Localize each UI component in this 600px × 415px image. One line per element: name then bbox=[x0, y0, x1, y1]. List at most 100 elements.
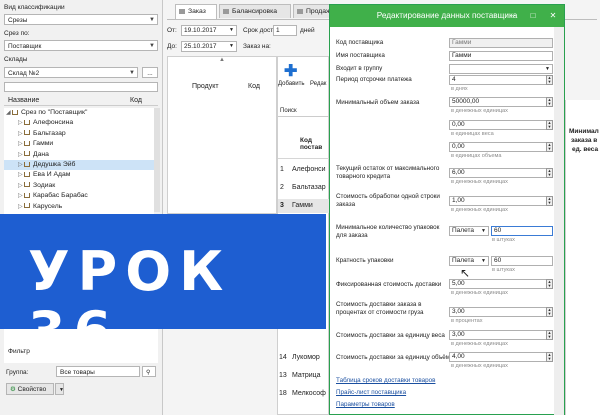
collapse-arrow-icon[interactable]: ▲ bbox=[168, 57, 276, 65]
search-box[interactable]: Поиск bbox=[278, 105, 329, 117]
add-icon[interactable]: ✚ bbox=[284, 61, 297, 81]
min-pack-count-input[interactable]: 60 bbox=[491, 226, 553, 236]
props-button[interactable]: ⚙ Свойство bbox=[6, 383, 54, 395]
price-list-link[interactable]: Прайс-лист поставщика bbox=[336, 389, 406, 396]
group-search-button[interactable]: ⚲ bbox=[142, 366, 156, 377]
spinner-icon[interactable]: ▲ ▼ bbox=[546, 97, 553, 107]
spinner-icon[interactable]: ▲ ▼ bbox=[546, 307, 553, 317]
cart-icon bbox=[24, 192, 30, 198]
slice-select[interactable]: Поставщик ▼ bbox=[4, 40, 158, 51]
table-row-selected[interactable]: 3 Гамми bbox=[278, 199, 329, 213]
tree-item[interactable]: ▷ Карусель bbox=[4, 202, 154, 212]
field-value: 60 bbox=[494, 227, 502, 234]
field-value: 0,00 bbox=[452, 143, 465, 150]
payment-delay-input[interactable]: 4 ▲ ▼ bbox=[449, 75, 553, 85]
fixed-delivery-input[interactable]: 5,00 ▲ ▼ bbox=[449, 279, 553, 289]
min-pack-unit-select[interactable]: Палета ▼ bbox=[449, 226, 489, 236]
tab-icon bbox=[223, 9, 229, 14]
field-unit: в днях bbox=[451, 86, 468, 92]
more-button[interactable]: ... bbox=[142, 67, 158, 78]
delivery-input[interactable]: 1 bbox=[273, 25, 297, 36]
slice-value: Поставщик bbox=[8, 43, 42, 50]
min-order-weight-input[interactable]: 0,00 ▲ ▼ bbox=[449, 120, 553, 130]
field-label: Стоимость доставки за единицу объёма bbox=[336, 354, 454, 361]
right-columns: Минимал заказа в ед. веса bbox=[565, 100, 600, 415]
edit-label[interactable]: Редак bbox=[310, 81, 326, 87]
delivery-table-link[interactable]: Таблица сроков доставки товаров bbox=[336, 377, 435, 384]
field-value: 6,00 bbox=[452, 169, 465, 176]
min-order-volume-input[interactable]: 0,00 ▲ ▼ bbox=[449, 142, 553, 152]
tree-root[interactable]: ◢ Срез по "Поставщик" bbox=[4, 108, 154, 118]
field-label: Фиксированная стоимость доставки bbox=[336, 281, 442, 288]
field-label: Стоимость обработки одной строки заказа bbox=[336, 193, 440, 208]
tree-item-label: Гамми bbox=[33, 140, 54, 148]
field-unit: в денежных единицах bbox=[451, 341, 508, 347]
field-value: 3,00 bbox=[452, 331, 465, 338]
classification-select[interactable]: Срезы ▼ bbox=[4, 14, 158, 25]
close-icon[interactable]: ✕ bbox=[544, 5, 562, 27]
spinner-icon[interactable]: ▲ ▼ bbox=[546, 352, 553, 362]
field-label: Стоимость доставки за единицу веса bbox=[336, 332, 445, 339]
spinner-icon[interactable]: ▲ ▼ bbox=[546, 120, 553, 130]
field-label: Кратность упаковки bbox=[336, 257, 394, 264]
warehouse-select[interactable]: Склад №2 ▼ bbox=[4, 67, 138, 78]
tree-item[interactable]: ▷ Зодиак bbox=[4, 181, 154, 191]
credit-balance-input[interactable]: 6,00 ▲ ▼ bbox=[449, 168, 553, 178]
tree-item-label: Бальтазар bbox=[33, 129, 66, 137]
order-on-label: Заказ на: bbox=[243, 43, 271, 50]
group-select[interactable]: ▼ bbox=[449, 64, 553, 74]
table-row[interactable]: 18 Мелкософ bbox=[278, 387, 329, 401]
tree-item[interactable]: ▷ Бальтазар bbox=[4, 129, 154, 139]
cart-icon bbox=[12, 109, 18, 115]
tree-header: Название Код bbox=[4, 96, 158, 106]
tree-item-selected[interactable]: ▷ Дедушка Эйб bbox=[4, 159, 154, 171]
maximize-button[interactable]: □ bbox=[524, 5, 542, 27]
multiplicity-unit-select[interactable]: Палета ▼ bbox=[449, 256, 489, 266]
tree-item[interactable]: ▷ Гамми bbox=[4, 139, 154, 149]
spinner-icon[interactable]: ▲ ▼ bbox=[546, 142, 553, 152]
from-label: От: bbox=[167, 27, 177, 34]
product-params-link[interactable]: Параметры товаров bbox=[336, 401, 395, 408]
tree-scrollbar[interactable] bbox=[154, 108, 160, 212]
tab-balancing[interactable]: Балансировка bbox=[219, 4, 291, 18]
multiplicity-count-input[interactable]: 60 bbox=[491, 256, 553, 266]
group-value: Все товары bbox=[60, 369, 95, 376]
from-date-input[interactable]: 19.10.2017 ▼ bbox=[181, 25, 237, 36]
add-label[interactable]: Добавить bbox=[278, 81, 305, 87]
tree-header-name: Название bbox=[8, 97, 40, 104]
spinner-icon[interactable]: ▲ ▼ bbox=[546, 75, 553, 85]
tab-order[interactable]: Заказ bbox=[175, 4, 217, 19]
field-value: 3,00 bbox=[452, 308, 465, 315]
spinner-icon[interactable]: ▲ ▼ bbox=[546, 279, 553, 289]
tree-item[interactable]: ▷ Карабас Барабас bbox=[4, 191, 154, 201]
tree-item[interactable]: ▷ Дана bbox=[4, 150, 154, 160]
delivery-percent-input[interactable]: 3,00 ▲ ▼ bbox=[449, 307, 553, 317]
props-dropdown[interactable]: ▼ bbox=[55, 383, 64, 395]
spinner-icon[interactable]: ▲ ▼ bbox=[546, 168, 553, 178]
minimize-button[interactable]: – bbox=[504, 5, 522, 27]
row-number: 3 bbox=[280, 202, 284, 209]
days-label: дней bbox=[300, 27, 315, 34]
tree-item[interactable]: ▷ Алефонсина bbox=[4, 118, 154, 128]
table-row[interactable]: 2 Бальтазар bbox=[278, 181, 329, 195]
min-order-money-input[interactable]: 50000,00 ▲ ▼ bbox=[449, 97, 553, 107]
table-row[interactable]: 1 Алефонси bbox=[278, 163, 329, 177]
supplier-code-input[interactable]: Гамми bbox=[449, 38, 553, 48]
group-select[interactable]: Все товары bbox=[56, 366, 140, 377]
delivery-weight-input[interactable]: 3,00 ▲ ▼ bbox=[449, 330, 553, 340]
search-label: Поиск bbox=[280, 108, 297, 114]
tree-item[interactable]: ▷ Ева И Адам bbox=[4, 170, 154, 180]
tree-search-input[interactable] bbox=[4, 82, 158, 92]
supplier-name-input[interactable]: Гамми bbox=[449, 51, 553, 61]
dialog-scrollbar[interactable] bbox=[554, 27, 564, 415]
table-row[interactable]: 13 Матрица bbox=[278, 369, 329, 383]
to-date-input[interactable]: 25.10.2017 ▼ bbox=[181, 41, 237, 52]
line-cost-input[interactable]: 1,00 ▲ ▼ bbox=[449, 196, 553, 206]
field-unit: в единицах веса bbox=[451, 131, 494, 137]
delivery-volume-input[interactable]: 4,00 ▲ ▼ bbox=[449, 352, 553, 362]
row-name: Гамми bbox=[292, 202, 313, 209]
spinner-icon[interactable]: ▲ ▼ bbox=[546, 196, 553, 206]
spinner-icon[interactable]: ▲ ▼ bbox=[546, 330, 553, 340]
field-value: 4,00 bbox=[452, 353, 465, 360]
cart-icon bbox=[24, 161, 30, 167]
